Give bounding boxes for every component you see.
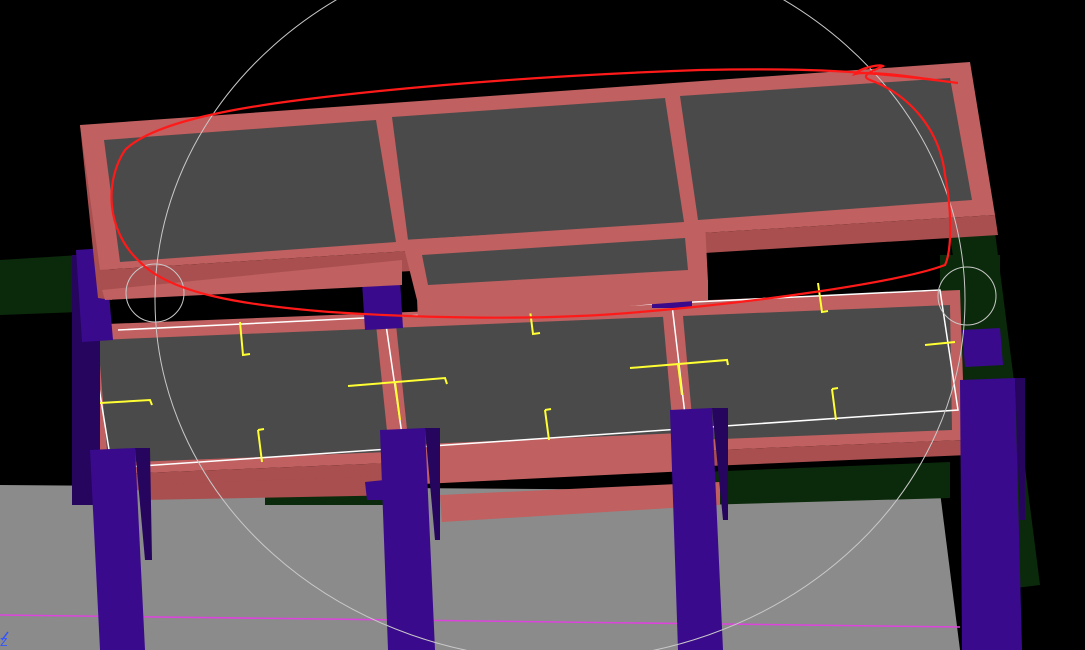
upper-slab[interactable] [80,62,998,322]
axis-z-label: Z [0,636,8,649]
model-scene[interactable] [0,0,1085,650]
3d-viewport[interactable]: Z [0,0,1085,650]
